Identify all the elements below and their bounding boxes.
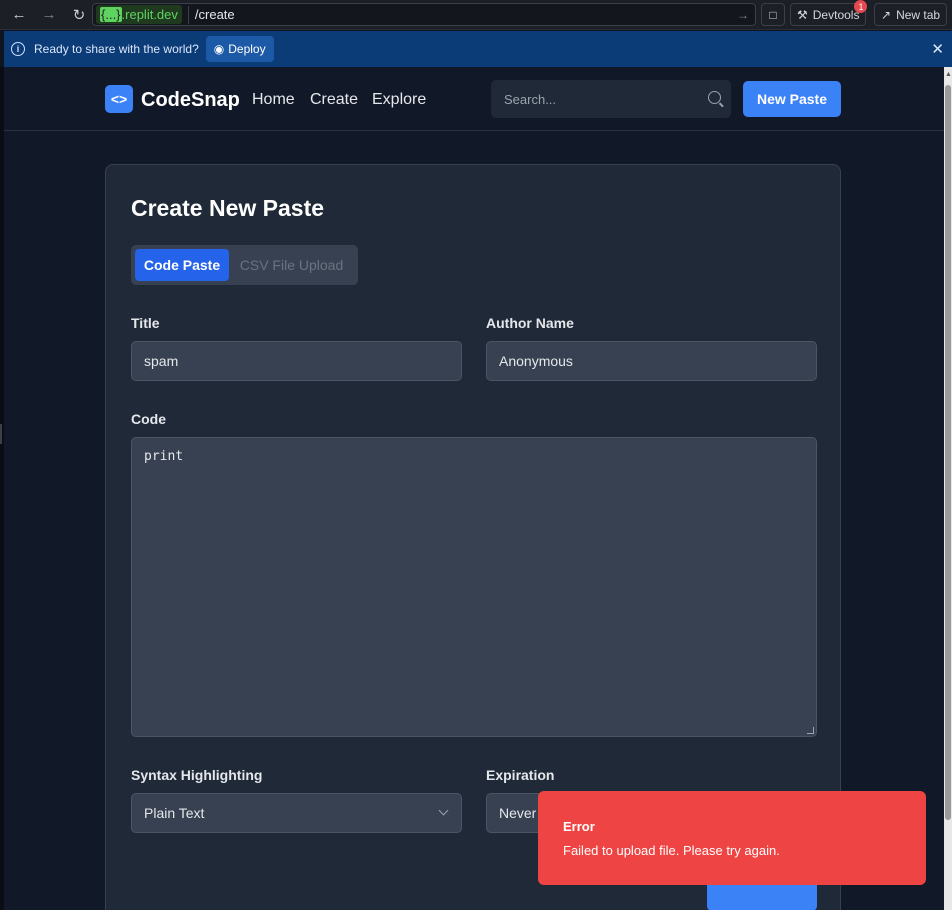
- resize-handle[interactable]: [807, 727, 814, 734]
- new-tab-label: New tab: [896, 7, 941, 22]
- scroll-up-icon[interactable]: ▲: [945, 71, 952, 78]
- url-host: {...}.replit.dev: [96, 5, 182, 24]
- syntax-label: Syntax Highlighting: [131, 767, 263, 783]
- expiration-value: Never: [499, 805, 537, 821]
- url-divider: [187, 5, 189, 24]
- paste-type-tabs: Code Paste CSV File Upload: [131, 245, 358, 285]
- code-textarea[interactable]: print: [131, 437, 817, 737]
- screen-icon-button[interactable]: □: [761, 3, 785, 26]
- syntax-select[interactable]: Plain Text: [131, 793, 462, 833]
- pin-icon: ◉: [213, 42, 225, 56]
- title-field[interactable]: spam: [131, 341, 462, 381]
- external-link-icon: ↗: [881, 7, 892, 22]
- chevron-down-icon: [438, 805, 449, 816]
- nav-create[interactable]: Create: [310, 91, 358, 109]
- code-brackets-icon[interactable]: <>: [105, 85, 133, 113]
- devtools-label: Devtools: [812, 7, 860, 22]
- search-icon: [708, 91, 721, 104]
- scrollbar-thumb[interactable]: [945, 85, 951, 820]
- wrench-icon: ⚒: [797, 7, 808, 22]
- deploy-banner: i Ready to share with the world? ◉ Deplo…: [4, 31, 952, 67]
- nav-explore[interactable]: Explore: [372, 91, 426, 109]
- go-arrow-icon[interactable]: →: [737, 8, 749, 22]
- monitor-icon: □: [769, 7, 777, 22]
- author-label: Author Name: [486, 315, 574, 331]
- search-input[interactable]: Search...: [491, 80, 731, 118]
- syntax-value: Plain Text: [144, 805, 205, 821]
- code-content: print: [144, 449, 184, 464]
- brand-name[interactable]: CodeSnap: [141, 89, 240, 112]
- scrollbar[interactable]: ▲: [944, 67, 952, 910]
- info-icon: i: [11, 42, 25, 56]
- toast-title: Error: [563, 819, 595, 834]
- error-toast[interactable]: Error Failed to upload file. Please try …: [538, 791, 926, 885]
- search-placeholder: Search...: [504, 92, 557, 107]
- title-label: Title: [131, 315, 160, 331]
- forward-icon[interactable]: →: [36, 2, 62, 28]
- author-field[interactable]: Anonymous: [486, 341, 817, 381]
- deploy-button[interactable]: ◉ Deploy: [205, 36, 274, 62]
- url-host-text: .replit.dev: [121, 7, 178, 22]
- deploy-label: Deploy: [228, 42, 266, 56]
- app-root: <> CodeSnap Home Create Explore Search..…: [4, 67, 944, 910]
- reload-icon[interactable]: ↻: [66, 2, 92, 28]
- notification-badge: 1: [854, 0, 868, 13]
- expiration-label: Expiration: [486, 767, 555, 783]
- tab-code-paste[interactable]: Code Paste: [135, 249, 229, 281]
- nav-home[interactable]: Home: [252, 91, 295, 109]
- code-label: Code: [131, 411, 166, 427]
- page-title: Create New Paste: [131, 195, 325, 221]
- close-icon[interactable]: ✕: [931, 40, 944, 58]
- address-bar[interactable]: {...}.replit.dev /create →: [92, 3, 756, 26]
- back-icon[interactable]: ←: [6, 2, 32, 28]
- app-header: <> CodeSnap Home Create Explore Search..…: [4, 67, 944, 131]
- toast-message: Failed to upload file. Please try again.: [563, 843, 780, 858]
- url-path[interactable]: /create: [195, 7, 235, 22]
- url-host-brace: {...}: [100, 7, 122, 22]
- tab-csv-upload[interactable]: CSV File Upload: [229, 249, 354, 281]
- side-handle: [0, 424, 2, 444]
- new-tab-button[interactable]: ↗ New tab: [874, 3, 948, 26]
- deploy-message: Ready to share with the world?: [34, 42, 199, 56]
- new-paste-button[interactable]: New Paste: [743, 81, 841, 117]
- devtools-button[interactable]: ⚒ Devtools 1: [790, 0, 868, 26]
- browser-toolbar: ← → ↻ {...}.replit.dev /create → □ ⚒ Dev…: [0, 0, 952, 30]
